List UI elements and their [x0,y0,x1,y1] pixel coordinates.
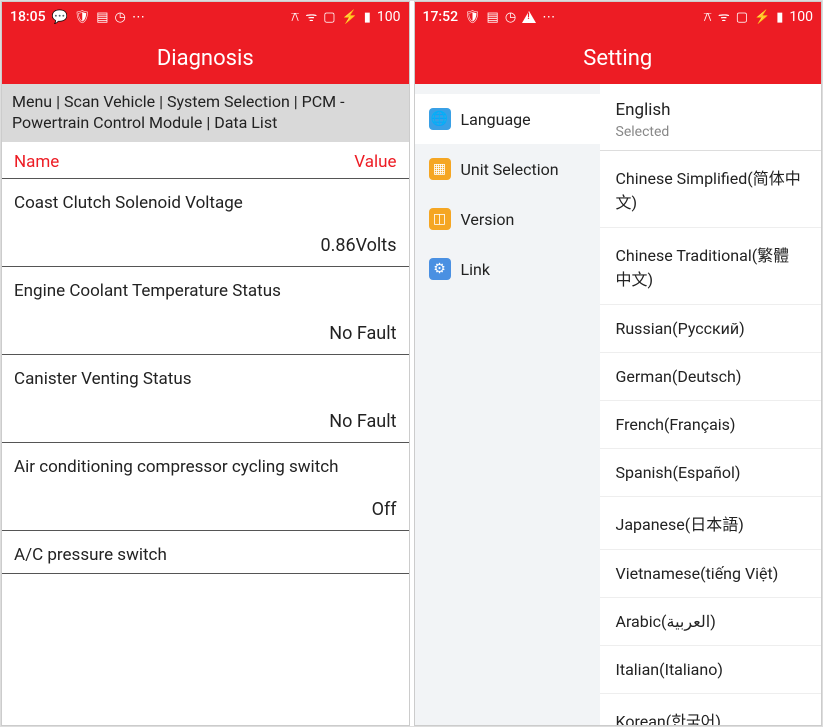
menu-item-language[interactable]: 🌐 Language [415,94,600,144]
warning-icon [522,11,536,23]
selected-label: Selected [600,124,822,151]
breadcrumb: Menu | Scan Vehicle | System Selection |… [2,84,409,142]
data-row[interactable]: Canister Venting Status No Fault [2,355,409,443]
clock-icon: ◷ [505,11,516,24]
charge-icon: ⚡ [342,11,358,24]
lang-item[interactable]: Italian(Italiano) [600,646,822,694]
lang-item[interactable]: Japanese(日本語) [600,497,822,550]
row-value: 0.86Volts [14,221,397,266]
col-value: Value [354,152,396,172]
menu-label: Link [461,260,490,279]
battery-icon: ▮ [776,11,783,24]
rotate-icon: ▢ [323,11,335,24]
menu-label: Language [461,110,531,129]
chat-icon: 💬 [52,11,68,24]
status-bar: 17:52 🛡 ▤ ◷ ⋯ ⚻ ᯤ ▢ ⚡ ▮ 100 [415,2,822,32]
globe-icon: 🌐 [429,108,451,130]
shield-icon: 🛡 [464,11,481,24]
bluetooth-icon: ⚻ [291,11,300,24]
page-title: Diagnosis [2,32,409,84]
note-icon: ▤ [96,11,108,24]
wifi-icon: ᯤ [305,11,317,24]
data-row[interactable]: Coast Clutch Solenoid Voltage 0.86Volts [2,179,409,267]
menu-item-version[interactable]: ◫ Version [415,194,600,244]
row-value: No Fault [14,397,397,442]
row-value: No Fault [14,309,397,354]
data-list[interactable]: Coast Clutch Solenoid Voltage 0.86Volts … [2,179,409,725]
battery-icon: ▮ [364,11,371,24]
lang-item[interactable]: Vietnamese(tiếng Việt) [600,550,822,598]
language-panel: English Selected Chinese Simplified(简体中文… [600,84,822,725]
row-label: Coast Clutch Solenoid Voltage [14,179,397,221]
menu-item-unit[interactable]: ▦ Unit Selection [415,144,600,194]
page-title: Setting [415,32,822,84]
current-language[interactable]: English [600,84,822,124]
row-label: Engine Coolant Temperature Status [14,267,397,309]
data-row[interactable]: Air conditioning compressor cycling swit… [2,443,409,531]
data-header: Name Value [2,142,409,179]
col-name: Name [14,152,59,172]
lang-item[interactable]: Arabic(العربية) [600,598,822,646]
note-icon: ▤ [487,11,499,24]
row-label: A/C pressure switch [14,531,397,573]
menu-label: Version [461,210,515,229]
battery-pct: 100 [789,9,813,25]
setting-menu: 🌐 Language ▦ Unit Selection ◫ Version ⚙ … [415,84,600,725]
clock-icon: ◷ [115,11,126,24]
lang-item[interactable]: Chinese Simplified(简体中文) [600,151,822,228]
lang-item[interactable]: Russian(Русский) [600,305,822,353]
link-icon: ⚙ [429,258,451,280]
unit-icon: ▦ [429,158,451,180]
bluetooth-icon: ⚻ [703,11,712,24]
more-icon: ⋯ [132,11,145,24]
data-row[interactable]: A/C pressure switch [2,531,409,574]
lang-item[interactable]: Korean(한국어) [600,694,822,725]
row-label: Air conditioning compressor cycling swit… [14,443,397,485]
battery-pct: 100 [377,9,401,25]
status-time: 18:05 [10,9,46,25]
setting-screen: 17:52 🛡 ▤ ◷ ⋯ ⚻ ᯤ ▢ ⚡ ▮ 100 Setting 🌐 La… [414,1,823,726]
menu-item-link[interactable]: ⚙ Link [415,244,600,294]
diagnosis-screen: 18:05 💬 🛡 ▤ ◷ ⋯ ⚻ ᯤ ▢ ⚡ ▮ 100 Diagnosis … [1,1,410,726]
lang-item[interactable]: Spanish(Español) [600,449,822,497]
version-icon: ◫ [429,208,451,230]
lang-item[interactable]: German(Deutsch) [600,353,822,401]
charge-icon: ⚡ [754,11,770,24]
lang-item[interactable]: French(Français) [600,401,822,449]
row-label: Canister Venting Status [14,355,397,397]
status-time: 17:52 [423,9,459,25]
menu-label: Unit Selection [461,160,559,179]
rotate-icon: ▢ [736,11,748,24]
wifi-icon: ᯤ [718,11,730,24]
data-row[interactable]: Engine Coolant Temperature Status No Fau… [2,267,409,355]
row-value: Off [14,485,397,530]
more-icon: ⋯ [542,11,555,24]
status-bar: 18:05 💬 🛡 ▤ ◷ ⋯ ⚻ ᯤ ▢ ⚡ ▮ 100 [2,2,409,32]
shield-icon: 🛡 [74,11,91,24]
lang-item[interactable]: Chinese Traditional(繁體中文) [600,228,822,305]
